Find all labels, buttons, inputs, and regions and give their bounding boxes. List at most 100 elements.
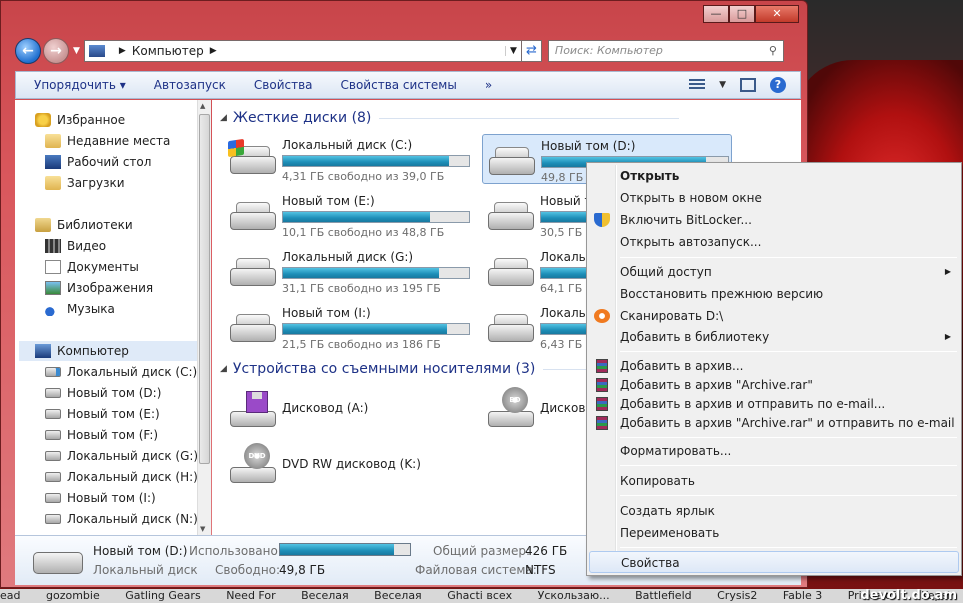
nav-label: Новый том (I:) <box>67 491 156 505</box>
menu-bitlocker[interactable]: Включить BitLocker... <box>589 209 959 231</box>
menu-add-to-library[interactable]: Добавить в библиотеку ▶ <box>589 326 959 348</box>
nav-libraries[interactable]: Библиотеки <box>35 215 133 235</box>
drive-tile-e[interactable]: Новый том (E:) 10,1 ГБ свободно из 48,8 … <box>224 190 474 240</box>
drive-icon <box>45 409 61 419</box>
nav-recent-places[interactable]: Недавние места <box>45 131 170 151</box>
drive-tile-g[interactable]: Локальный диск (G:) 31,1 ГБ свободно из … <box>224 246 474 296</box>
desktop-icon-label[interactable]: gozombie <box>46 589 100 602</box>
dvd-disc-label: DVD <box>244 443 270 469</box>
downloads-icon <box>45 176 61 190</box>
desktop-icon-label[interactable]: ead <box>0 589 21 602</box>
menu-archive-rar-email[interactable]: Добавить в архив "Archive.rar" и отправи… <box>589 412 959 434</box>
nav-drive-e[interactable]: Новый том (E:) <box>45 404 160 424</box>
menu-autoplay[interactable]: Открыть автозапуск... <box>589 231 959 253</box>
scrollbar-thumb[interactable] <box>199 114 210 464</box>
nav-drive-h[interactable]: Локальный диск (H:) <box>45 467 198 487</box>
nav-label: Новый том (D:) <box>67 386 162 400</box>
menu-share[interactable]: Общий доступ ▶ <box>589 261 959 283</box>
system-properties-button[interactable]: Свойства системы <box>327 78 471 92</box>
back-button[interactable]: ← <box>15 38 41 64</box>
search-icon[interactable]: ⚲ <box>769 44 777 58</box>
desktop-icon-label[interactable]: Ghacti всех <box>447 589 512 602</box>
more-commands-button[interactable]: » <box>471 78 506 92</box>
desktop-icon-label[interactable]: Crysis2 <box>717 589 757 602</box>
search-input[interactable]: Поиск: Компьютер ⚲ <box>547 40 784 62</box>
nav-favorites[interactable]: Избранное <box>35 110 125 130</box>
menu-label: Добавить в архив "Archive.rar" и отправи… <box>620 416 955 430</box>
close-button[interactable]: ✕ <box>755 5 799 23</box>
scroll-down-icon[interactable]: ▼ <box>200 525 205 533</box>
menu-format[interactable]: Форматировать... <box>589 440 959 462</box>
floppy-drive-tile[interactable]: Дисковод (A:) <box>224 387 474 437</box>
nav-label: Документы <box>67 260 139 274</box>
collapse-triangle-icon[interactable]: ◢ <box>220 113 227 123</box>
view-dropdown-icon[interactable]: ▼ <box>719 80 726 90</box>
menu-open[interactable]: Открыть <box>589 165 959 187</box>
desktop-icon-label[interactable]: Веселая <box>374 589 422 602</box>
drive-tile-i[interactable]: Новый том (I:) 21,5 ГБ свободно из 186 Г… <box>224 302 474 352</box>
address-dropdown-icon[interactable]: ▼ <box>504 46 521 56</box>
desktop-icon-label[interactable]: Need For <box>226 589 275 602</box>
recent-pages-dropdown[interactable]: ▼ <box>73 46 80 56</box>
nav-desktop[interactable]: Рабочий стол <box>45 152 151 172</box>
drive-name: Новый том (I:) <box>282 306 371 320</box>
drive-tile-c[interactable]: Локальный диск (C:) 4,31 ГБ свободно из … <box>224 134 474 184</box>
maximize-button[interactable]: □ <box>729 5 755 23</box>
autoplay-button[interactable]: Автозапуск <box>140 78 240 92</box>
breadcrumb[interactable]: Компьютер <box>132 44 204 58</box>
dvd-drive-tile[interactable]: DVD DVD RW дисковод (K:) <box>224 443 474 493</box>
change-view-icon[interactable] <box>689 79 706 91</box>
desktop-icon-label[interactable]: Gatling Gears <box>125 589 200 602</box>
nav-drive-d[interactable]: Новый том (D:) <box>45 383 161 403</box>
breadcrumb-chevron-icon[interactable]: ▶ <box>210 46 217 56</box>
desktop-icon-label[interactable]: Fable 3 <box>783 589 822 602</box>
preview-pane-icon[interactable] <box>740 78 756 92</box>
breadcrumb-chevron-icon[interactable]: ▶ <box>119 46 126 56</box>
winrar-icon <box>596 378 608 392</box>
drive-name: Локаль <box>540 250 586 264</box>
group-header-hdd[interactable]: ◢ Жесткие диски (8) <box>220 110 680 126</box>
group-header-removable[interactable]: ◢ Устройства со съемными носителями (3) <box>220 361 604 377</box>
nav-music[interactable]: Музыка <box>45 299 115 319</box>
properties-button[interactable]: Свойства <box>240 78 327 92</box>
menu-rename[interactable]: Переименовать <box>589 522 959 544</box>
libraries-icon <box>35 218 51 232</box>
nav-label: Недавние места <box>67 134 171 148</box>
desktop-icon-label[interactable]: Ускользаю... <box>538 589 610 602</box>
refresh-button[interactable]: ⇄ <box>521 40 542 62</box>
menu-open-new-window[interactable]: Открыть в новом окне <box>589 187 959 209</box>
nav-drive-g[interactable]: Локальный диск (G:) <box>45 446 198 466</box>
nav-drive-f[interactable]: Новый том (F:) <box>45 425 158 445</box>
menu-label: Добавить в архив... <box>620 359 744 373</box>
nav-video[interactable]: Видео <box>45 236 106 256</box>
nav-drive-c[interactable]: Локальный диск (C:) <box>45 362 197 382</box>
scroll-up-icon[interactable]: ▲ <box>200 102 205 110</box>
menu-copy[interactable]: Копировать <box>589 470 959 492</box>
desktop-icon-label[interactable]: Веселая <box>301 589 349 602</box>
organize-button[interactable]: Упорядочить ▾ <box>16 78 140 92</box>
nav-pictures[interactable]: Изображения <box>45 278 153 298</box>
help-icon[interactable]: ? <box>770 77 786 93</box>
desktop-icon-label[interactable]: Battlefield <box>635 589 691 602</box>
drive-icon <box>45 388 61 398</box>
menu-scan[interactable]: Сканировать D:\ <box>589 305 959 327</box>
nav-documents[interactable]: Документы <box>45 257 139 277</box>
drive-free-space: 31,1 ГБ свободно из 195 ГБ <box>282 282 441 295</box>
menu-create-shortcut[interactable]: Создать ярлык <box>589 500 959 522</box>
nav-scrollbar[interactable]: ▲ ▼ <box>197 100 211 535</box>
nav-drive-i[interactable]: Новый том (I:) <box>45 488 156 508</box>
minimize-button[interactable]: — <box>703 5 729 23</box>
drive-free-space: 10,1 ГБ свободно из 48,8 ГБ <box>282 226 445 239</box>
details-drive-name: Новый том (D:) <box>93 544 188 558</box>
nav-downloads[interactable]: Загрузки <box>45 173 125 193</box>
collapse-triangle-icon[interactable]: ◢ <box>220 364 227 374</box>
nav-drive-n[interactable]: Локальный диск (N:) <box>45 509 198 529</box>
menu-properties[interactable]: Свойства <box>589 551 959 573</box>
nav-computer[interactable]: Компьютер <box>19 341 209 361</box>
drive-name: Локальный диск (G:) <box>282 250 414 264</box>
drive-name: DVD RW дисковод (K:) <box>282 457 421 471</box>
forward-button[interactable]: → <box>43 38 69 64</box>
drive-icon <box>488 202 534 230</box>
menu-restore-previous[interactable]: Восстановить прежнюю версию <box>589 283 959 305</box>
address-bar[interactable]: ▶ Компьютер ▶ ▼ <box>83 40 522 62</box>
